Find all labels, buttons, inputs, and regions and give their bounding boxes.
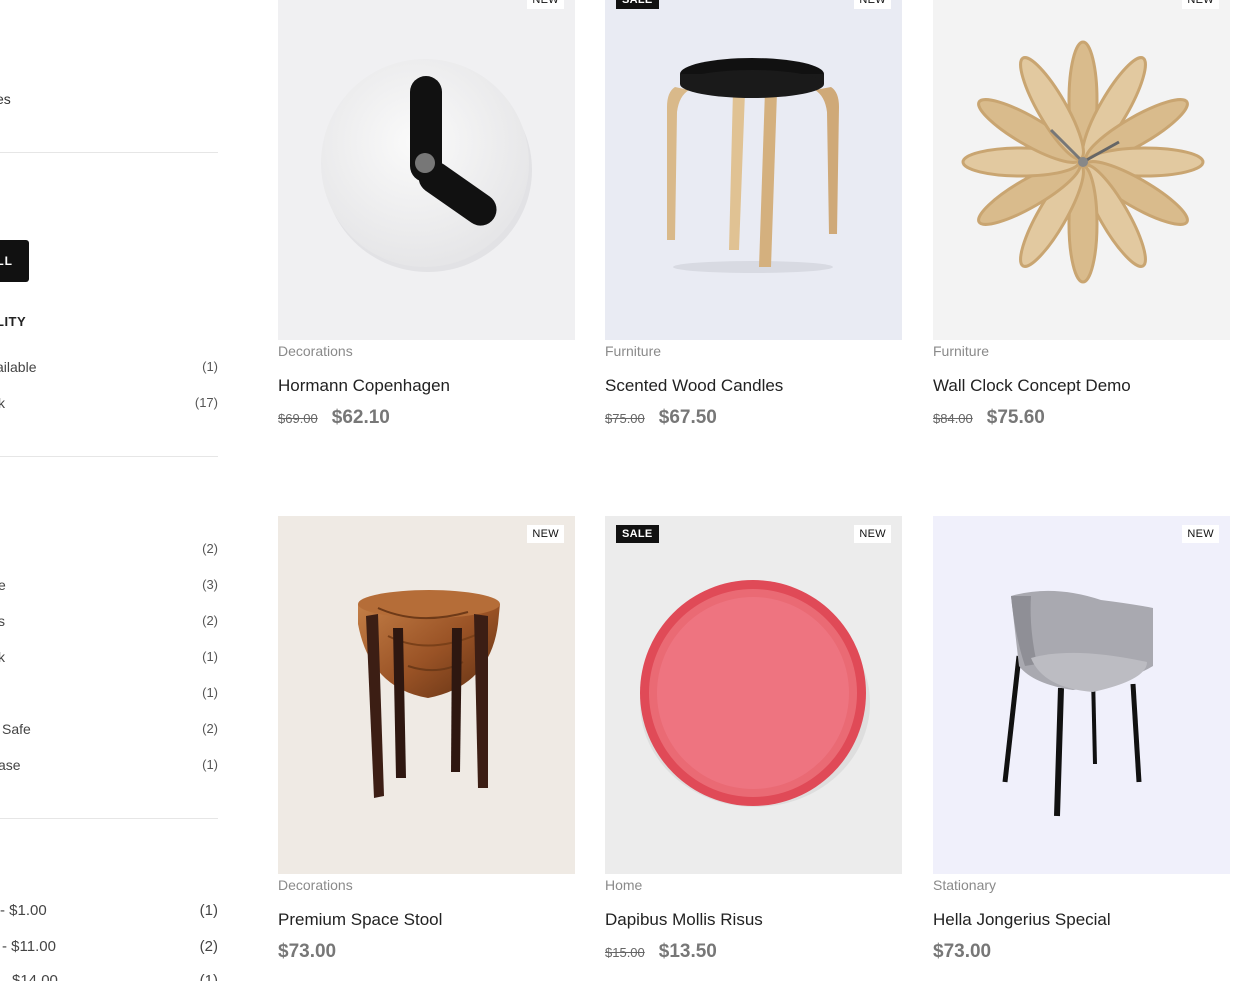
product-card[interactable]: SALE NEW Furniture Scented Wood Candles …	[605, 0, 902, 428]
option-label: - $1.00	[0, 902, 47, 919]
option-count: (1)	[202, 757, 218, 772]
brand-option[interactable]: k (1)	[0, 649, 218, 669]
red-tray-image	[640, 580, 870, 807]
brand-option[interactable]: e (3)	[0, 577, 218, 597]
option-count: (2)	[202, 721, 218, 736]
price: $73.00	[933, 941, 992, 962]
new-badge: NEW	[1182, 0, 1219, 9]
new-badge: NEW	[854, 525, 891, 543]
product-image[interactable]: SALE NEW	[605, 0, 902, 340]
ribbon-clock-image	[961, 40, 1205, 284]
product-image[interactable]: SALE NEW	[605, 516, 902, 874]
product-category[interactable]: Furniture	[933, 343, 989, 359]
sidebar-divider	[0, 152, 218, 153]
grey-armchair-image	[1002, 590, 1153, 817]
product-price: $69.00 $62.10	[278, 407, 390, 429]
option-label: e	[0, 577, 6, 593]
sale-badge: SALE	[616, 0, 659, 9]
option-count: (1)	[199, 972, 218, 981]
product-card[interactable]: NEW Decorations Premium Space Stool $73.…	[278, 516, 575, 962]
sale-price: $75.60	[986, 407, 1045, 428]
product-price: $15.00 $13.50	[605, 941, 717, 963]
price-option[interactable]: - $1.00 (1)	[0, 902, 218, 922]
product-title[interactable]: Wall Clock Concept Demo	[933, 376, 1131, 396]
sale-price: $13.50	[658, 941, 717, 962]
sale-price: $62.10	[331, 407, 390, 428]
product-card[interactable]: NEW Furniture Wall Clock Concept Demo $8…	[933, 0, 1230, 428]
original-price: $69.00	[278, 411, 318, 426]
option-count: (2)	[199, 938, 218, 955]
product-price: $84.00 $75.60	[933, 407, 1045, 429]
product-price: $73.00	[933, 941, 991, 963]
price-option[interactable]: - $11.00 (2)	[0, 938, 218, 958]
option-label: ase	[0, 757, 21, 773]
product-image[interactable]: NEW	[278, 0, 575, 340]
option-count: (2)	[202, 613, 218, 628]
sale-price: $67.50	[658, 407, 717, 428]
option-label: ailable	[0, 359, 37, 375]
product-image[interactable]: NEW	[933, 0, 1230, 340]
availability-heading: LITY	[0, 314, 27, 329]
original-price: $75.00	[605, 411, 645, 426]
round-stool-image	[358, 590, 500, 798]
filter-sidebar: es Y LL LITY ailable (1) k (17) (2) e (3…	[0, 0, 218, 981]
new-badge: NEW	[854, 0, 891, 9]
product-price: $75.00 $67.50	[605, 407, 717, 429]
filter-all-button[interactable]: LL	[0, 240, 29, 282]
sidebar-divider	[0, 456, 218, 457]
option-label: Safe	[2, 721, 31, 737]
product-title[interactable]: Hormann Copenhagen	[278, 376, 450, 396]
new-badge: NEW	[527, 0, 564, 9]
sidebar-divider	[0, 818, 218, 819]
new-badge: NEW	[527, 525, 564, 543]
product-price: $73.00	[278, 941, 336, 963]
product-category[interactable]: Home	[605, 877, 642, 893]
brand-option[interactable]: (2)	[0, 541, 218, 561]
product-image[interactable]: NEW	[278, 516, 575, 874]
product-title[interactable]: Premium Space Stool	[278, 910, 442, 930]
option-count: (1)	[199, 902, 218, 919]
product-image[interactable]: NEW	[933, 516, 1230, 874]
brand-option[interactable]: s (2)	[0, 613, 218, 633]
product-category[interactable]: Stationary	[933, 877, 996, 893]
option-label: k	[0, 395, 5, 411]
original-price: $84.00	[933, 411, 973, 426]
option-label: k	[0, 649, 5, 665]
option-label: $14.00	[12, 972, 58, 981]
price-option[interactable]: $14.00 (1)	[0, 972, 218, 981]
availability-option[interactable]: ailable (1)	[0, 359, 218, 379]
wooden-stool-image	[667, 58, 839, 273]
product-category[interactable]: Decorations	[278, 877, 353, 893]
sidebar-top-item[interactable]: es	[0, 91, 11, 107]
option-count: (1)	[202, 685, 218, 700]
sale-badge: SALE	[616, 525, 659, 543]
option-count: (1)	[202, 359, 218, 374]
option-label: - $11.00	[2, 938, 56, 955]
product-card[interactable]: NEW Stationary Hella Jongerius Special $…	[933, 516, 1230, 962]
option-count: (1)	[202, 649, 218, 664]
product-title[interactable]: Hella Jongerius Special	[933, 910, 1111, 930]
product-category[interactable]: Decorations	[278, 343, 353, 359]
product-category[interactable]: Furniture	[605, 343, 661, 359]
brand-option[interactable]: ase (1)	[0, 757, 218, 777]
product-card[interactable]: SALE NEW Home Dapibus Mollis Risus $15.0…	[605, 516, 902, 962]
price: $73.00	[278, 941, 337, 962]
option-count: (3)	[202, 577, 218, 592]
product-title[interactable]: Scented Wood Candles	[605, 376, 783, 396]
option-count: (17)	[194, 395, 218, 410]
product-card[interactable]: NEW Decorations Hormann Copenhagen $69.0…	[278, 0, 575, 428]
product-title[interactable]: Dapibus Mollis Risus	[605, 910, 763, 930]
brand-option[interactable]: Safe (2)	[0, 721, 218, 741]
original-price: $15.00	[605, 945, 645, 960]
wall-clock-image	[321, 59, 532, 272]
brand-option[interactable]: (1)	[0, 685, 218, 705]
availability-option[interactable]: k (17)	[0, 395, 218, 415]
new-badge: NEW	[1182, 525, 1219, 543]
option-count: (2)	[202, 541, 218, 556]
option-label: s	[0, 613, 5, 629]
